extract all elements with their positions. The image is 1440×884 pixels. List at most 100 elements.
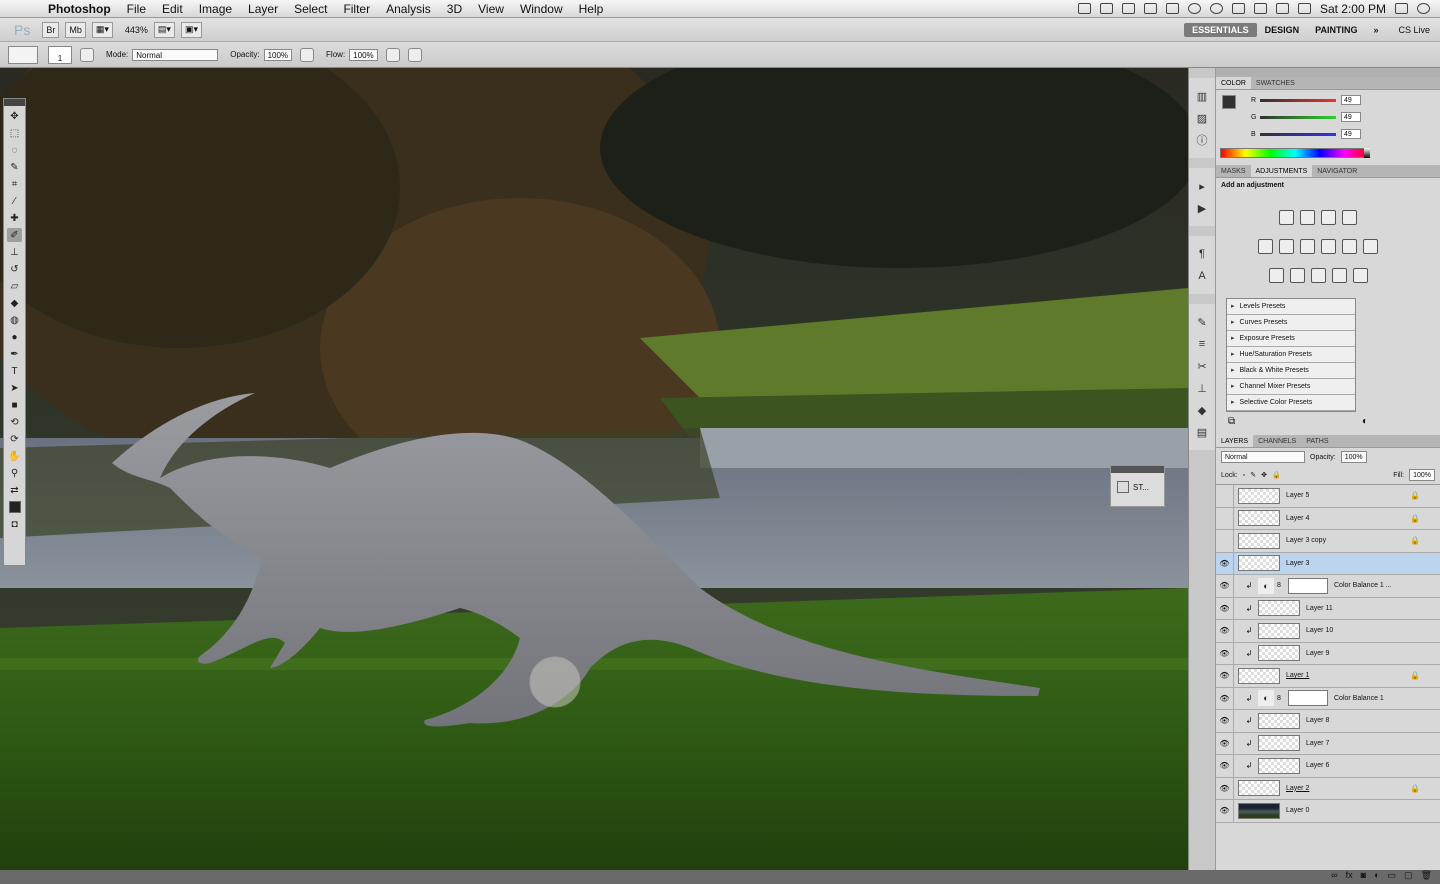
tab-adjustments[interactable]: ADJUSTMENTS [1250, 165, 1313, 177]
actions-icon[interactable]: ▸ [1194, 178, 1210, 194]
selective-color-icon[interactable] [1352, 268, 1368, 283]
link-layers-icon[interactable]: ∞ [1331, 870, 1337, 884]
invert-icon[interactable] [1268, 268, 1284, 283]
menu-analysis[interactable]: Analysis [378, 0, 439, 18]
character-icon[interactable]: A [1194, 268, 1210, 284]
paint-bucket-tool-icon[interactable]: ◆ [7, 296, 22, 310]
levels-icon[interactable] [1300, 210, 1315, 225]
tab-paths[interactable]: PATHS [1301, 435, 1333, 447]
wrench-icon[interactable] [1165, 3, 1179, 14]
lock-pixels-icon[interactable]: ✎ [1250, 471, 1256, 479]
tab-layers[interactable]: LAYERS [1216, 435, 1254, 447]
quick-mask-icon[interactable]: ◘ [7, 517, 22, 531]
layer-thumbnail[interactable] [1258, 622, 1300, 639]
layer-mask-thumbnail[interactable] [1288, 577, 1328, 594]
pressure-size-icon[interactable] [407, 47, 422, 62]
eraser-tool-icon[interactable]: ▱ [7, 279, 22, 293]
shape-tool-icon[interactable]: ■ [7, 398, 22, 412]
new-layer-icon[interactable]: ▢ [1404, 870, 1413, 884]
opacity-input[interactable]: 100% [263, 48, 293, 61]
type-tool-icon[interactable]: T [7, 364, 22, 378]
workspace-painting[interactable]: PAINTING [1307, 23, 1365, 37]
workspace-design[interactable]: DESIGN [1257, 23, 1308, 37]
mask-link-icon[interactable]: 8 [1274, 695, 1284, 702]
eyedropper-tool-icon[interactable]: ⁄ [7, 194, 22, 208]
zoom-level[interactable]: 443% [125, 25, 148, 35]
layer-thumbnail[interactable] [1238, 555, 1280, 572]
delete-layer-icon[interactable]: 🗑 [1421, 870, 1432, 884]
styles-panel-button[interactable]: ST... [1111, 473, 1164, 501]
default-colors-icon[interactable]: ⇄ [7, 483, 22, 497]
layer-row[interactable]: 👁 ↲ Layer 10 [1216, 619, 1440, 643]
tab-swatches[interactable]: SWATCHES [1251, 77, 1300, 89]
animation-icon[interactable]: ▶ [1194, 200, 1210, 216]
tab-navigator[interactable]: NAVIGATOR [1312, 165, 1362, 177]
visibility-eye-icon[interactable]: 👁 [1216, 642, 1234, 665]
gradient-map-icon[interactable] [1331, 268, 1347, 283]
green-slider[interactable] [1260, 115, 1336, 119]
color-balance-icon[interactable] [1300, 239, 1315, 254]
3d-panel-icon[interactable]: ◆ [1194, 402, 1210, 418]
clone-stamp-tool-icon[interactable]: ⊥ [7, 245, 22, 259]
brightness-contrast-icon[interactable] [1279, 210, 1294, 225]
3d-rotate-tool-icon[interactable]: ⟲ [7, 415, 22, 429]
visibility-off-icon[interactable] [1216, 507, 1234, 530]
visibility-eye-icon[interactable]: 👁 [1216, 732, 1234, 755]
layer-thumbnail[interactable] [1238, 802, 1280, 819]
brush-tool-icon[interactable]: ✐ [7, 228, 22, 242]
visibility-eye-icon[interactable]: 👁 [1216, 709, 1234, 732]
layer-row[interactable]: 👁 Layer 3 [1216, 552, 1440, 575]
view-extras-button[interactable]: ▦▾ [91, 21, 113, 38]
visibility-eye-icon[interactable]: 👁 [1216, 619, 1234, 642]
red-slider[interactable] [1260, 98, 1336, 102]
brush-panel-toggle-icon[interactable] [80, 47, 94, 62]
lock-all-icon[interactable]: 🔒 [1272, 471, 1281, 479]
document-canvas[interactable] [0, 68, 1188, 870]
tools-panel-grip[interactable] [4, 99, 25, 106]
workspace-essentials[interactable]: ESSENTIALS [1184, 22, 1257, 37]
preset-curves[interactable]: Curves Presets [1227, 315, 1355, 331]
clock-icon[interactable] [1209, 3, 1223, 14]
layer-row[interactable]: 👁 ↲ ◐ 8 Color Balance 1 [1216, 687, 1440, 710]
history-brush-tool-icon[interactable]: ↺ [7, 262, 22, 276]
floating-panel-grip[interactable] [1111, 466, 1164, 473]
quick-select-tool-icon[interactable]: ✎ [7, 160, 22, 174]
blue-value-input[interactable]: 49 [1341, 129, 1361, 139]
menu-edit[interactable]: Edit [154, 0, 191, 18]
clip-to-layer-icon[interactable]: ⧉ [1228, 416, 1235, 427]
preset-levels[interactable]: Levels Presets [1227, 299, 1355, 315]
lock-transparency-icon[interactable]: ▫ [1243, 472, 1245, 479]
visibility-eye-icon[interactable]: 👁 [1216, 799, 1234, 822]
mask-link-icon[interactable]: 8 [1274, 582, 1284, 589]
menu-view[interactable]: View [470, 0, 512, 18]
history-icon[interactable]: ▨ [1194, 110, 1210, 126]
visibility-eye-icon[interactable]: 👁 [1216, 574, 1234, 597]
lasso-tool-icon[interactable]: ◌ [7, 143, 22, 157]
sync-icon[interactable] [1187, 3, 1201, 14]
foreground-color-swatch[interactable] [1222, 95, 1236, 109]
layer-opacity-input[interactable]: 100% [1340, 451, 1367, 463]
layer-row[interactable]: 👁 ↲ Layer 6 [1216, 754, 1440, 778]
layer-row[interactable]: 👁 Layer 2 🔒 [1216, 777, 1440, 800]
airbrush-icon[interactable] [385, 47, 400, 62]
minibridge-button[interactable]: Mb [65, 21, 86, 38]
vibrance-icon[interactable] [1258, 239, 1273, 254]
move-tool-icon[interactable]: ✥ [7, 109, 22, 123]
brush-size-picker[interactable]: 1 [48, 45, 72, 64]
marquee-tool-icon[interactable]: ⬚ [7, 126, 22, 140]
paragraph-icon[interactable]: ¶ [1194, 246, 1210, 262]
layer-thumbnail[interactable] [1238, 667, 1280, 684]
menu-select[interactable]: Select [286, 0, 335, 18]
layer-style-icon[interactable]: fx [1346, 870, 1353, 884]
brush-panel-icon[interactable]: ≡ [1194, 336, 1210, 352]
wifi-icon[interactable] [1253, 3, 1267, 14]
posterize-icon[interactable] [1289, 268, 1305, 283]
flag-icon[interactable] [1297, 3, 1311, 14]
new-group-icon[interactable]: ▭ [1388, 870, 1397, 884]
layer-thumbnail[interactable] [1238, 487, 1280, 504]
exposure-icon[interactable] [1342, 210, 1357, 225]
blur-tool-icon[interactable]: ◍ [7, 313, 22, 327]
layer-row[interactable]: 👁 ↲ Layer 8 [1216, 709, 1440, 733]
blend-mode-select[interactable]: Normal [1221, 451, 1305, 463]
menu-layer[interactable]: Layer [240, 0, 286, 18]
